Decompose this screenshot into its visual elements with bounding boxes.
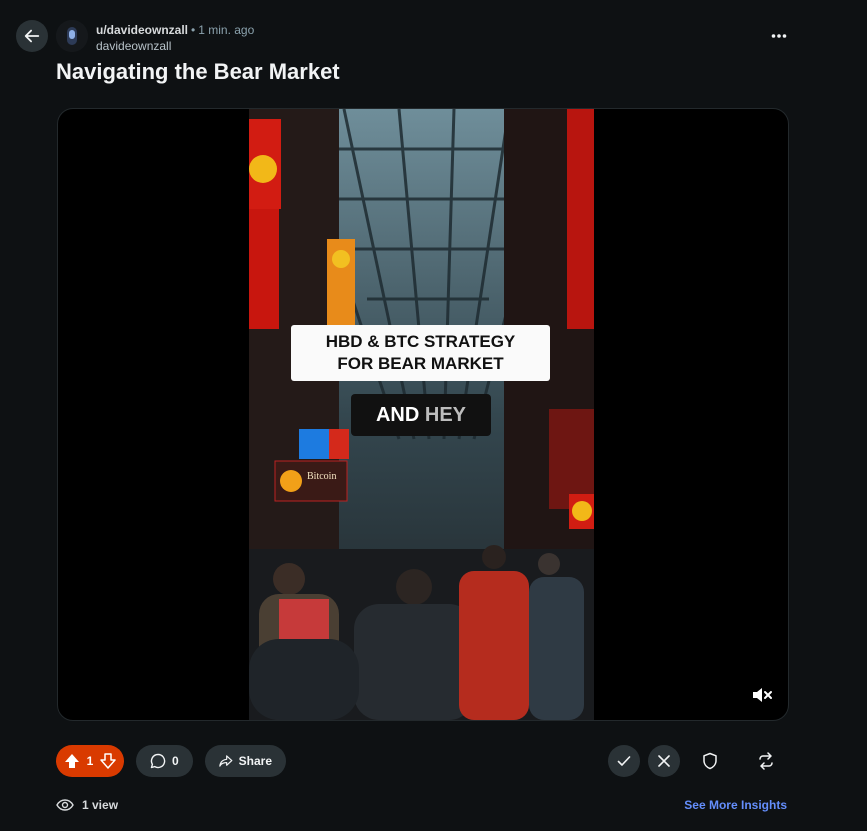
subtitle-word-and: AND [375, 404, 420, 426]
checkmark-icon [617, 756, 631, 766]
caption-line-1: HBD & BTC STRATEGY [325, 332, 516, 351]
share-button[interactable]: Share [205, 745, 286, 777]
bitcoin-sign: Bitcoin [307, 471, 336, 482]
mute-button[interactable] [750, 683, 774, 707]
video-subtitle: AND HEY [351, 394, 491, 436]
post-meta: u/davideownzall • 1 min. ago davideownzall [96, 22, 254, 54]
upvote-count: 1 [86, 754, 94, 768]
avatar-image [56, 20, 88, 52]
video-frame: Bitcoin HBD & BTC STRATEGY FOR BEAR MARK… [249, 109, 594, 720]
downvote-arrow-icon[interactable] [100, 753, 116, 769]
share-arrow-icon [219, 755, 233, 767]
caption-line-2: FOR BEAR MARKET [337, 354, 504, 373]
crosspost-icon [759, 752, 773, 770]
share-label: Share [238, 754, 272, 768]
post-title: Navigating the Bear Market [56, 59, 340, 84]
comment-count: 0 [172, 754, 179, 768]
remove-button[interactable] [648, 745, 680, 777]
view-count: 1 view [56, 797, 118, 813]
views-label: 1 view [82, 798, 119, 812]
author-display-name: davideownzall [96, 39, 172, 53]
back-button[interactable] [16, 20, 48, 52]
post-action-bar: 1 0 Share [0, 745, 867, 777]
avatar[interactable] [56, 20, 88, 52]
username-link[interactable]: u/davideownzall [96, 23, 188, 37]
moderation-button[interactable] [694, 745, 726, 777]
crosspost-button[interactable] [750, 745, 782, 777]
meta-separator: • [191, 23, 196, 37]
muted-speaker-icon [753, 688, 772, 702]
video-player[interactable]: Bitcoin HBD & BTC STRATEGY FOR BEAR MARK… [57, 108, 789, 721]
eye-icon [56, 799, 74, 811]
upvote-arrow-icon[interactable] [64, 753, 80, 769]
arrow-left-icon [24, 29, 40, 43]
see-more-insights-link[interactable]: See More Insights [684, 798, 787, 812]
shield-icon [703, 752, 717, 770]
comments-button[interactable]: 0 [136, 745, 193, 777]
video-caption-box: HBD & BTC STRATEGY FOR BEAR MARKET [291, 325, 550, 381]
more-options-button[interactable] [764, 24, 794, 48]
more-dots-icon [771, 34, 787, 38]
comment-bubble-icon [150, 753, 166, 769]
close-icon [658, 755, 670, 767]
post-time: 1 min. ago [198, 23, 255, 37]
approve-button[interactable] [608, 745, 640, 777]
subtitle-word-hey: HEY [424, 404, 467, 426]
vote-control: 1 [56, 745, 124, 777]
